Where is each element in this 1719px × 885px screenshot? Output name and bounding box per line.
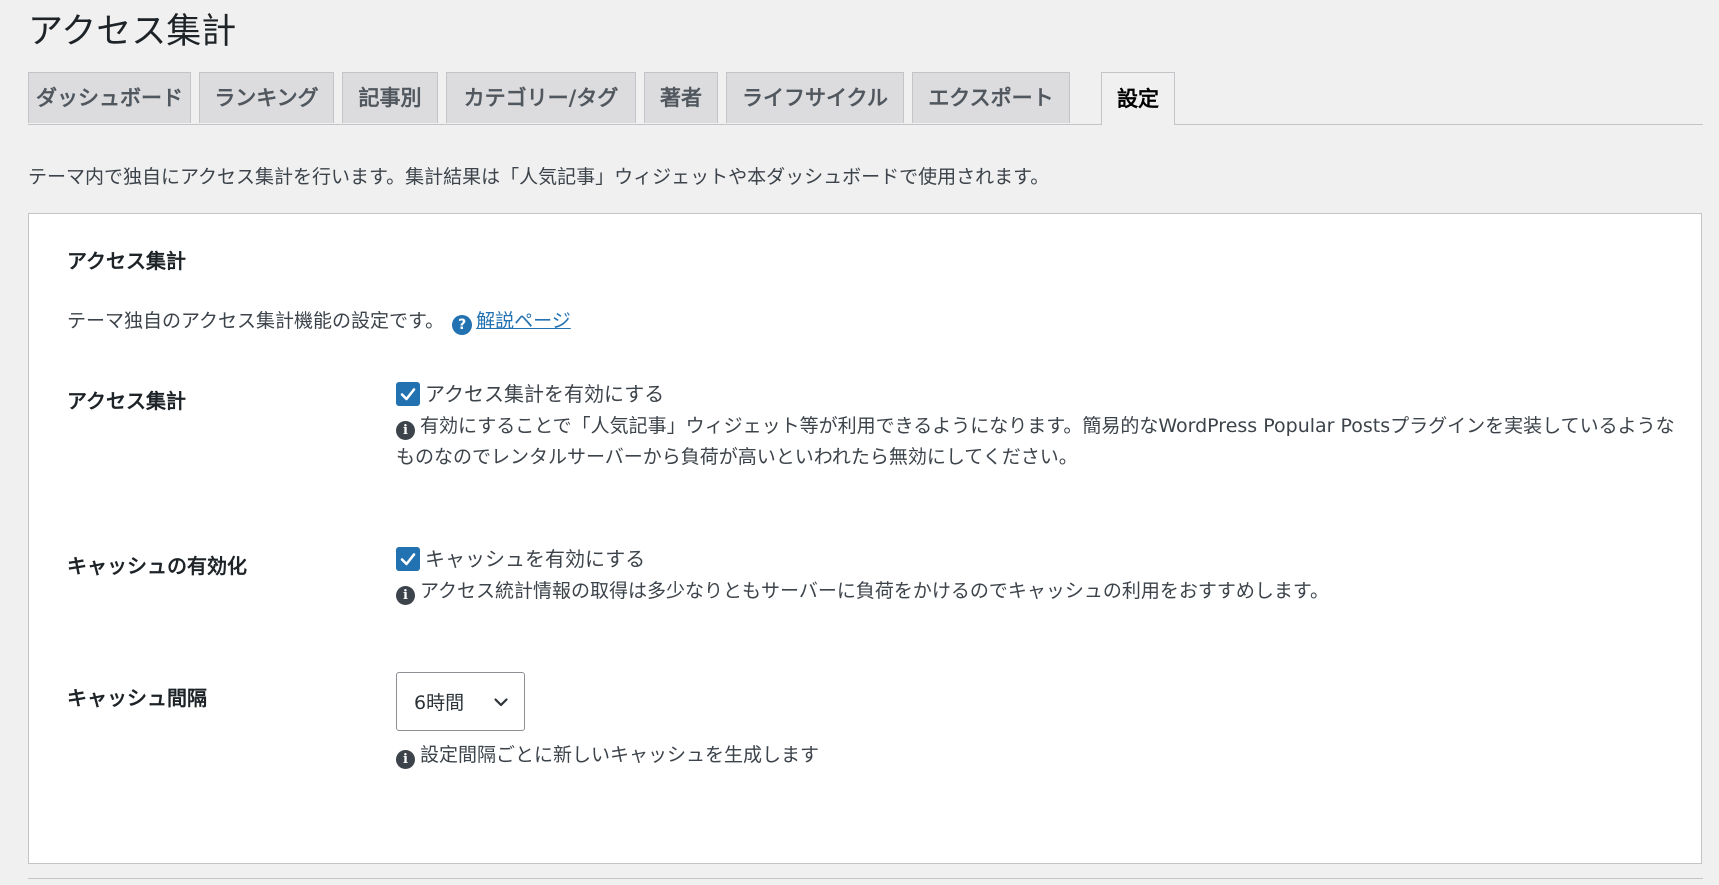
help-link-label: 解説ページ xyxy=(476,310,571,332)
chevron-down-icon xyxy=(494,697,508,706)
interval-note: i 設定間隔ごとに新しいキャッシュを生成します xyxy=(396,740,1686,771)
interval-field: 6時間 i 設定間隔ごとに新しいキャッシュを生成します xyxy=(396,672,1686,771)
tab-settings[interactable]: 設定 xyxy=(1101,72,1175,125)
page-title: アクセス集計 xyxy=(28,12,237,52)
question-circle-icon: ? xyxy=(452,315,473,335)
tab-posts[interactable]: 記事別 xyxy=(342,72,438,123)
cache-note-text: アクセス統計情報の取得は多少なりともサーバーに負荷をかけるのでキャッシュの利用を… xyxy=(420,580,1329,602)
section-description: テーマ独自のアクセス集計機能の設定です。? 解説ページ xyxy=(67,307,571,335)
info-icon: i xyxy=(396,586,415,605)
access-field: アクセス集計を有効にする i 有効にすることで「人気記事」ウィジェット等が利用でき… xyxy=(396,380,1686,473)
cache-interval-value: 6時間 xyxy=(414,692,465,714)
tab-category-tag[interactable]: カテゴリー/タグ xyxy=(446,72,636,123)
section-title: アクセス集計 xyxy=(67,249,186,273)
cache-note: i アクセス統計情報の取得は多少なりともサーバーに負荷をかけるのでキャッシュの利用… xyxy=(396,576,1686,607)
tab-authors[interactable]: 著者 xyxy=(644,72,718,123)
tab-ranking[interactable]: ランキング xyxy=(199,72,334,123)
access-note: i 有効にすることで「人気記事」ウィジェット等が利用できるようになります。簡易的な… xyxy=(396,411,1686,473)
help-page-link[interactable]: ? 解説ページ xyxy=(452,310,571,335)
info-icon: i xyxy=(396,750,415,769)
info-icon: i xyxy=(396,421,415,440)
access-enable-checkbox[interactable] xyxy=(396,382,420,406)
checkmark-icon xyxy=(400,388,416,401)
settings-page: アクセス集計 ダッシュボード ランキング 記事別 カテゴリー/タグ 著者 ライフ… xyxy=(0,0,1719,885)
section-description-text: テーマ独自のアクセス集計機能の設定です。 xyxy=(67,310,445,332)
cache-checkbox-line: キャッシュを有効にする xyxy=(396,545,1686,573)
tab-bar: ダッシュボード ランキング 記事別 カテゴリー/タグ 著者 ライフサイクル エク… xyxy=(28,72,1703,125)
tab-export[interactable]: エクスポート xyxy=(912,72,1070,123)
interval-note-text: 設定間隔ごとに新しいキャッシュを生成します xyxy=(420,744,820,766)
cache-field: キャッシュを有効にする i アクセス統計情報の取得は多少なりともサーバーに負荷をか… xyxy=(396,545,1686,607)
access-checkbox-label: アクセス集計を有効にする xyxy=(425,382,665,406)
cache-enable-checkbox[interactable] xyxy=(396,547,420,571)
access-row-label: アクセス集計 xyxy=(67,389,186,413)
access-note-text: 有効にすることで「人気記事」ウィジェット等が利用できるようになります。簡易的なW… xyxy=(396,415,1675,468)
bottom-divider xyxy=(28,878,1703,879)
cache-interval-select[interactable]: 6時間 xyxy=(396,672,525,731)
settings-panel: アクセス集計 テーマ独自のアクセス集計機能の設定です。? 解説ページ アクセス集計… xyxy=(28,213,1702,864)
intro-text: テーマ内で独自にアクセス集計を行います。集計結果は「人気記事」ウィジェットや本ダ… xyxy=(28,166,1050,188)
cache-row-label: キャッシュの有効化 xyxy=(67,554,247,578)
checkmark-icon xyxy=(400,553,416,566)
interval-row-label: キャッシュ間隔 xyxy=(67,686,207,710)
tab-lifecycle[interactable]: ライフサイクル xyxy=(726,72,904,123)
cache-checkbox-label: キャッシュを有効にする xyxy=(425,547,646,571)
tab-dashboard[interactable]: ダッシュボード xyxy=(28,72,191,123)
access-checkbox-line: アクセス集計を有効にする xyxy=(396,380,1686,408)
